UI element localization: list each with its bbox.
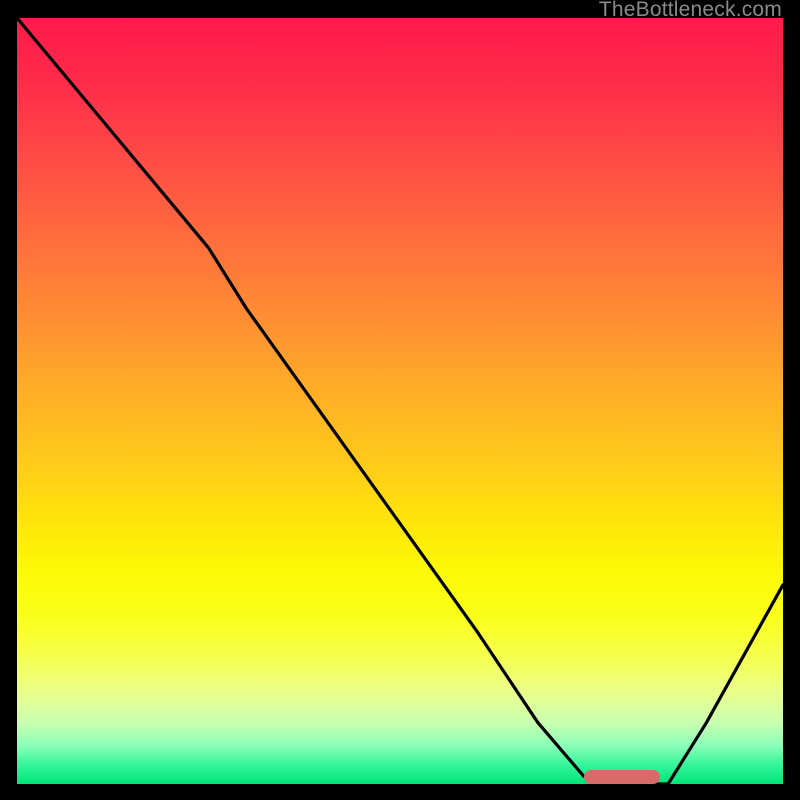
optimal-range-marker [584, 770, 661, 784]
watermark-text: TheBottleneck.com [599, 0, 782, 22]
chart-frame [17, 18, 783, 784]
bottleneck-curve [17, 18, 783, 784]
